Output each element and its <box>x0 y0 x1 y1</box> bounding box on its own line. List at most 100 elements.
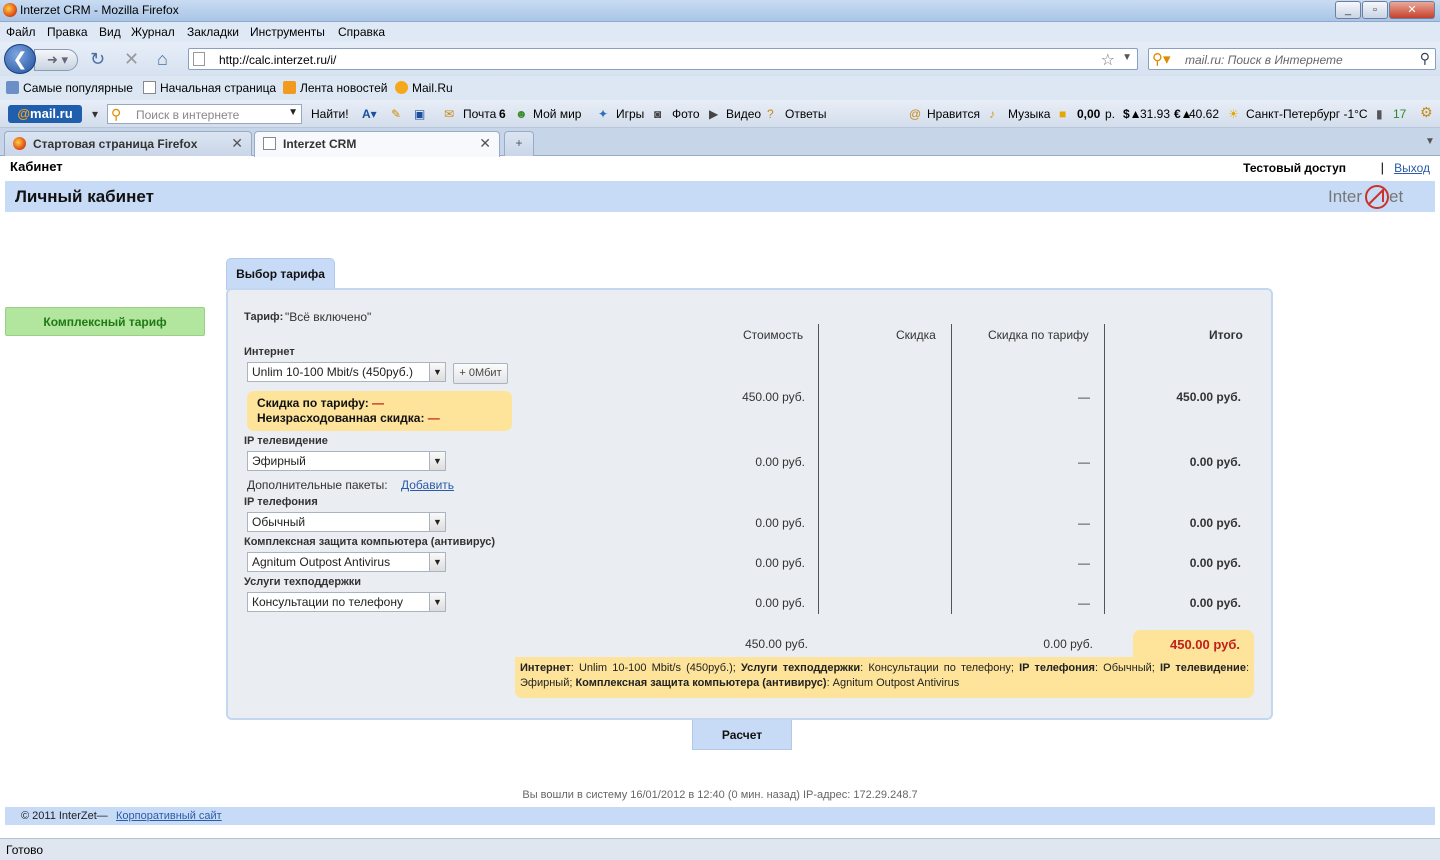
tab-firefox-start[interactable]: Стартовая страница Firefox ✕ <box>4 131 252 156</box>
reload-icon[interactable]: ↻ <box>90 49 105 70</box>
back-button[interactable]: ❮ <box>4 44 36 74</box>
new-tab-button[interactable]: + <box>504 131 534 156</box>
mailru-search-input[interactable]: ⚲ Поиск в интернете ▼ <box>107 104 302 124</box>
tab-label: Interzet CRM <box>283 137 357 151</box>
mail-link[interactable]: Почта <box>463 107 496 121</box>
answers-link[interactable]: Ответы <box>785 107 826 121</box>
games-link[interactable]: Игры <box>616 107 644 121</box>
interzet-logo[interactable]: Inter et <box>1325 184 1425 212</box>
mailru-search-placeholder: Поиск в интернете <box>136 108 240 122</box>
phone-select[interactable]: Обычный ▼ <box>247 512 446 532</box>
mailru-search-icon[interactable]: ⚲▾ <box>1152 50 1171 68</box>
find-button[interactable]: Найти! <box>311 107 349 121</box>
my-world-link[interactable]: Мой мир <box>533 107 581 121</box>
usd-rate[interactable]: 31.93 <box>1140 107 1170 121</box>
internet-tariff-discount: — <box>1078 390 1090 404</box>
menu-bookmarks[interactable]: Закладки <box>187 25 239 39</box>
highlight-icon[interactable]: ✎ <box>391 107 401 121</box>
chevron-down-icon[interactable]: ▼ <box>1122 52 1132 63</box>
sum-cost: 450.00 руб. <box>745 637 808 651</box>
extra-packages-label: Дополнительные пакеты: <box>247 478 388 492</box>
menu-tools[interactable]: Инструменты <box>250 25 325 39</box>
font-size-icon[interactable]: A▾ <box>362 107 377 121</box>
status-bar: Готово <box>0 838 1440 860</box>
music-link[interactable]: Музыка <box>1008 107 1050 121</box>
phone-total: 0.00 руб. <box>1189 516 1241 530</box>
summary-value: : Консультации по телефону; <box>860 662 1020 674</box>
like-icon: @ <box>909 107 922 121</box>
gear-icon[interactable]: ⚙ <box>1420 104 1433 121</box>
eur-rate[interactable]: 40.62 <box>1189 107 1219 121</box>
support-total: 0.00 руб. <box>1189 596 1241 610</box>
antivirus-select[interactable]: Agnitum Outpost Antivirus ▼ <box>247 552 446 572</box>
photo-link[interactable]: Фото <box>672 107 700 121</box>
copyright: © 2011 InterZet— <box>21 810 108 822</box>
order-summary: Интернет: Unlim 10-100 Mbit/s (450руб.);… <box>515 657 1254 698</box>
bookmark-star-icon[interactable]: ☆ <box>1101 50 1115 70</box>
forward-button[interactable]: ➜ ▾ <box>34 49 78 71</box>
logout-link[interactable]: Выход <box>1394 161 1430 175</box>
window-titlebar: Interzet CRM - Mozilla Firefox _ ▫ ✕ <box>0 0 1440 22</box>
calculate-button[interactable]: Расчет <box>692 720 792 750</box>
summary-key: Интернет <box>520 662 571 674</box>
video-link[interactable]: Видео <box>726 107 761 121</box>
window-title: Interzet CRM - Mozilla Firefox <box>20 3 179 17</box>
chevron-down-icon: ▼ <box>429 593 445 611</box>
iptv-tariff-discount: — <box>1078 455 1090 469</box>
add-speed-button[interactable]: + 0Мбит <box>453 363 508 384</box>
bookmark-news-feed[interactable]: Лента новостей <box>283 81 388 95</box>
complex-tariff-button[interactable]: Комплексный тариф <box>5 307 205 336</box>
menu-help[interactable]: Справка <box>338 25 385 39</box>
like-link[interactable]: Нравится <box>927 107 980 121</box>
close-window-button[interactable]: ✕ <box>1389 1 1435 19</box>
firefox-icon <box>3 3 17 17</box>
web-search-input[interactable]: ⚲▾ mail.ru: Поиск в Интернете ⚲ <box>1148 48 1436 70</box>
traffic-light-icon: ▮ <box>1376 107 1383 121</box>
screen-icon[interactable]: ▣ <box>414 107 425 121</box>
support-value: Консультации по телефону <box>252 595 403 609</box>
address-bar[interactable]: http://calc.interzet.ru/i/ ☆ ▼ <box>188 48 1138 70</box>
weather-text[interactable]: Санкт-Петербург -1°C <box>1246 107 1368 121</box>
minimize-button[interactable]: _ <box>1335 1 1361 19</box>
tab-interzet-crm[interactable]: Interzet CRM ✕ <box>254 131 500 157</box>
search-icon[interactable]: ⚲ <box>1420 50 1430 67</box>
bookmark-start-page[interactable]: Начальная страница <box>143 81 276 95</box>
chevron-down-icon: ▼ <box>429 363 445 381</box>
video-icon: ▶ <box>709 107 719 121</box>
add-packages-link[interactable]: Добавить <box>401 478 454 492</box>
support-cost: 0.00 руб. <box>755 596 805 610</box>
home-icon[interactable]: ⌂ <box>157 49 168 70</box>
music-icon: ♪ <box>989 107 995 121</box>
antivirus-value: Agnitum Outpost Antivirus <box>252 555 391 569</box>
logo-text-et: et <box>1389 187 1403 206</box>
mail-count[interactable]: 6 <box>499 107 506 121</box>
chevron-down-icon[interactable]: ▾ <box>92 107 98 121</box>
iptv-select[interactable]: Эфирный ▼ <box>247 451 446 471</box>
phone-tariff-discount: — <box>1078 516 1090 530</box>
bookmark-label: Mail.Ru <box>412 81 453 95</box>
close-icon[interactable]: ✕ <box>231 135 243 152</box>
tab-list-icon[interactable]: ▼ <box>1425 136 1435 147</box>
menu-edit[interactable]: Правка <box>47 25 88 39</box>
page-icon <box>143 81 156 94</box>
tab-tariff-selection[interactable]: Выбор тарифа <box>226 258 335 290</box>
corporate-site-link[interactable]: Корпоративный сайт <box>116 810 222 822</box>
bookmark-mailru[interactable]: Mail.Ru <box>395 81 453 95</box>
menu-history[interactable]: Журнал <box>131 25 175 39</box>
support-select[interactable]: Консультации по телефону ▼ <box>247 592 446 612</box>
menu-view[interactable]: Вид <box>99 25 121 39</box>
usd-icon: $▲ <box>1123 107 1142 121</box>
sum-tariff-discount: 0.00 руб. <box>1043 637 1093 651</box>
balance-value[interactable]: 0,00 <box>1077 107 1100 121</box>
chevron-down-icon[interactable]: ▼ <box>288 107 298 118</box>
menu-file[interactable]: Файл <box>6 25 36 39</box>
rss-icon <box>283 81 296 94</box>
close-icon[interactable]: ✕ <box>479 135 491 152</box>
maximize-button[interactable]: ▫ <box>1362 1 1388 19</box>
bookmark-most-visited[interactable]: Самые популярные <box>6 81 133 95</box>
stop-icon[interactable]: ✕ <box>124 49 139 70</box>
internet-select[interactable]: Unlim 10-100 Mbit/s (450руб.) ▼ <box>247 362 446 382</box>
mailru-logo[interactable]: @mail.ru <box>8 105 82 123</box>
traffic-level[interactable]: 17 <box>1393 107 1406 121</box>
antivirus-total: 0.00 руб. <box>1189 556 1241 570</box>
